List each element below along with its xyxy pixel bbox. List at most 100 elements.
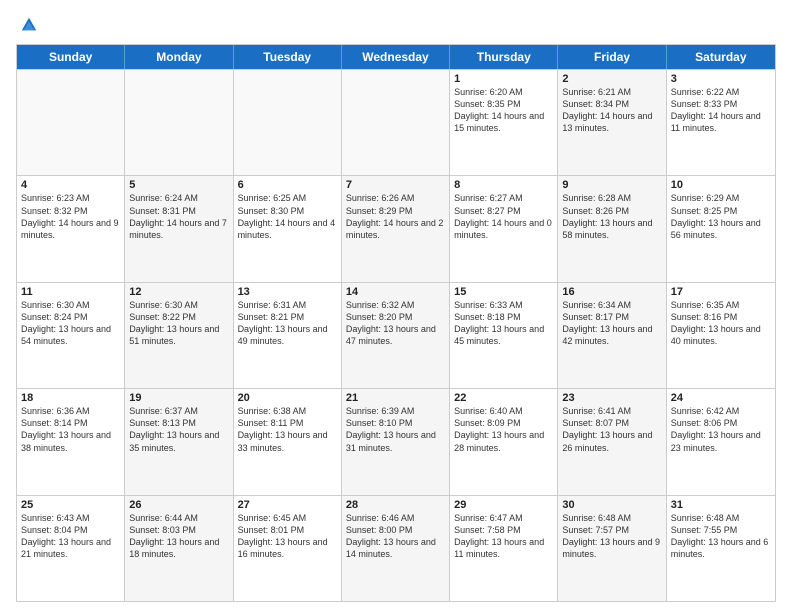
day-cell-4: 4Sunrise: 6:23 AM Sunset: 8:32 PM Daylig… [17, 176, 125, 281]
header-day-tuesday: Tuesday [234, 45, 342, 69]
day-info: Sunrise: 6:40 AM Sunset: 8:09 PM Dayligh… [454, 405, 553, 454]
day-cell-6: 6Sunrise: 6:25 AM Sunset: 8:30 PM Daylig… [234, 176, 342, 281]
day-info: Sunrise: 6:30 AM Sunset: 8:24 PM Dayligh… [21, 299, 120, 348]
day-info: Sunrise: 6:33 AM Sunset: 8:18 PM Dayligh… [454, 299, 553, 348]
empty-cell-0-2 [234, 70, 342, 175]
day-info: Sunrise: 6:39 AM Sunset: 8:10 PM Dayligh… [346, 405, 445, 454]
empty-cell-0-3 [342, 70, 450, 175]
day-number: 23 [562, 392, 661, 404]
day-number: 27 [238, 499, 337, 511]
day-cell-16: 16Sunrise: 6:34 AM Sunset: 8:17 PM Dayli… [558, 283, 666, 388]
day-number: 8 [454, 179, 553, 191]
day-info: Sunrise: 6:38 AM Sunset: 8:11 PM Dayligh… [238, 405, 337, 454]
header-day-friday: Friday [558, 45, 666, 69]
day-cell-20: 20Sunrise: 6:38 AM Sunset: 8:11 PM Dayli… [234, 389, 342, 494]
header [16, 16, 776, 34]
day-number: 5 [129, 179, 228, 191]
day-info: Sunrise: 6:30 AM Sunset: 8:22 PM Dayligh… [129, 299, 228, 348]
day-cell-18: 18Sunrise: 6:36 AM Sunset: 8:14 PM Dayli… [17, 389, 125, 494]
day-info: Sunrise: 6:37 AM Sunset: 8:13 PM Dayligh… [129, 405, 228, 454]
day-number: 7 [346, 179, 445, 191]
day-info: Sunrise: 6:43 AM Sunset: 8:04 PM Dayligh… [21, 512, 120, 561]
day-info: Sunrise: 6:29 AM Sunset: 8:25 PM Dayligh… [671, 192, 771, 241]
day-info: Sunrise: 6:41 AM Sunset: 8:07 PM Dayligh… [562, 405, 661, 454]
day-info: Sunrise: 6:27 AM Sunset: 8:27 PM Dayligh… [454, 192, 553, 241]
day-number: 16 [562, 286, 661, 298]
day-number: 10 [671, 179, 771, 191]
day-number: 9 [562, 179, 661, 191]
day-number: 19 [129, 392, 228, 404]
day-number: 18 [21, 392, 120, 404]
calendar-header: SundayMondayTuesdayWednesdayThursdayFrid… [17, 45, 775, 69]
day-cell-19: 19Sunrise: 6:37 AM Sunset: 8:13 PM Dayli… [125, 389, 233, 494]
day-cell-1: 1Sunrise: 6:20 AM Sunset: 8:35 PM Daylig… [450, 70, 558, 175]
day-info: Sunrise: 6:26 AM Sunset: 8:29 PM Dayligh… [346, 192, 445, 241]
calendar-row-0: 1Sunrise: 6:20 AM Sunset: 8:35 PM Daylig… [17, 69, 775, 175]
day-number: 30 [562, 499, 661, 511]
day-info: Sunrise: 6:32 AM Sunset: 8:20 PM Dayligh… [346, 299, 445, 348]
day-cell-11: 11Sunrise: 6:30 AM Sunset: 8:24 PM Dayli… [17, 283, 125, 388]
day-number: 2 [562, 73, 661, 85]
day-cell-30: 30Sunrise: 6:48 AM Sunset: 7:57 PM Dayli… [558, 496, 666, 601]
day-info: Sunrise: 6:35 AM Sunset: 8:16 PM Dayligh… [671, 299, 771, 348]
day-number: 21 [346, 392, 445, 404]
logo [16, 16, 38, 34]
day-info: Sunrise: 6:22 AM Sunset: 8:33 PM Dayligh… [671, 86, 771, 135]
day-cell-9: 9Sunrise: 6:28 AM Sunset: 8:26 PM Daylig… [558, 176, 666, 281]
day-cell-21: 21Sunrise: 6:39 AM Sunset: 8:10 PM Dayli… [342, 389, 450, 494]
day-number: 28 [346, 499, 445, 511]
day-number: 14 [346, 286, 445, 298]
calendar-row-4: 25Sunrise: 6:43 AM Sunset: 8:04 PM Dayli… [17, 495, 775, 601]
day-info: Sunrise: 6:24 AM Sunset: 8:31 PM Dayligh… [129, 192, 228, 241]
day-info: Sunrise: 6:23 AM Sunset: 8:32 PM Dayligh… [21, 192, 120, 241]
day-number: 22 [454, 392, 553, 404]
day-number: 20 [238, 392, 337, 404]
day-info: Sunrise: 6:47 AM Sunset: 7:58 PM Dayligh… [454, 512, 553, 561]
day-info: Sunrise: 6:34 AM Sunset: 8:17 PM Dayligh… [562, 299, 661, 348]
header-day-saturday: Saturday [667, 45, 775, 69]
day-info: Sunrise: 6:31 AM Sunset: 8:21 PM Dayligh… [238, 299, 337, 348]
day-cell-5: 5Sunrise: 6:24 AM Sunset: 8:31 PM Daylig… [125, 176, 233, 281]
empty-cell-0-1 [125, 70, 233, 175]
day-cell-13: 13Sunrise: 6:31 AM Sunset: 8:21 PM Dayli… [234, 283, 342, 388]
day-number: 11 [21, 286, 120, 298]
day-info: Sunrise: 6:25 AM Sunset: 8:30 PM Dayligh… [238, 192, 337, 241]
day-cell-10: 10Sunrise: 6:29 AM Sunset: 8:25 PM Dayli… [667, 176, 775, 281]
header-day-wednesday: Wednesday [342, 45, 450, 69]
day-cell-15: 15Sunrise: 6:33 AM Sunset: 8:18 PM Dayli… [450, 283, 558, 388]
calendar-row-1: 4Sunrise: 6:23 AM Sunset: 8:32 PM Daylig… [17, 175, 775, 281]
empty-cell-0-0 [17, 70, 125, 175]
day-cell-31: 31Sunrise: 6:48 AM Sunset: 7:55 PM Dayli… [667, 496, 775, 601]
header-day-sunday: Sunday [17, 45, 125, 69]
day-number: 24 [671, 392, 771, 404]
calendar-body: 1Sunrise: 6:20 AM Sunset: 8:35 PM Daylig… [17, 69, 775, 601]
day-number: 29 [454, 499, 553, 511]
day-info: Sunrise: 6:20 AM Sunset: 8:35 PM Dayligh… [454, 86, 553, 135]
day-cell-14: 14Sunrise: 6:32 AM Sunset: 8:20 PM Dayli… [342, 283, 450, 388]
day-number: 13 [238, 286, 337, 298]
day-number: 4 [21, 179, 120, 191]
day-cell-17: 17Sunrise: 6:35 AM Sunset: 8:16 PM Dayli… [667, 283, 775, 388]
calendar-row-3: 18Sunrise: 6:36 AM Sunset: 8:14 PM Dayli… [17, 388, 775, 494]
header-day-thursday: Thursday [450, 45, 558, 69]
day-cell-2: 2Sunrise: 6:21 AM Sunset: 8:34 PM Daylig… [558, 70, 666, 175]
day-number: 25 [21, 499, 120, 511]
day-info: Sunrise: 6:44 AM Sunset: 8:03 PM Dayligh… [129, 512, 228, 561]
day-cell-23: 23Sunrise: 6:41 AM Sunset: 8:07 PM Dayli… [558, 389, 666, 494]
day-number: 17 [671, 286, 771, 298]
day-info: Sunrise: 6:46 AM Sunset: 8:00 PM Dayligh… [346, 512, 445, 561]
day-cell-25: 25Sunrise: 6:43 AM Sunset: 8:04 PM Dayli… [17, 496, 125, 601]
day-number: 15 [454, 286, 553, 298]
day-number: 1 [454, 73, 553, 85]
calendar: SundayMondayTuesdayWednesdayThursdayFrid… [16, 44, 776, 602]
day-cell-29: 29Sunrise: 6:47 AM Sunset: 7:58 PM Dayli… [450, 496, 558, 601]
header-day-monday: Monday [125, 45, 233, 69]
day-info: Sunrise: 6:21 AM Sunset: 8:34 PM Dayligh… [562, 86, 661, 135]
day-cell-8: 8Sunrise: 6:27 AM Sunset: 8:27 PM Daylig… [450, 176, 558, 281]
day-number: 31 [671, 499, 771, 511]
day-number: 6 [238, 179, 337, 191]
day-info: Sunrise: 6:48 AM Sunset: 7:57 PM Dayligh… [562, 512, 661, 561]
day-cell-28: 28Sunrise: 6:46 AM Sunset: 8:00 PM Dayli… [342, 496, 450, 601]
day-cell-24: 24Sunrise: 6:42 AM Sunset: 8:06 PM Dayli… [667, 389, 775, 494]
logo-icon [20, 16, 38, 34]
